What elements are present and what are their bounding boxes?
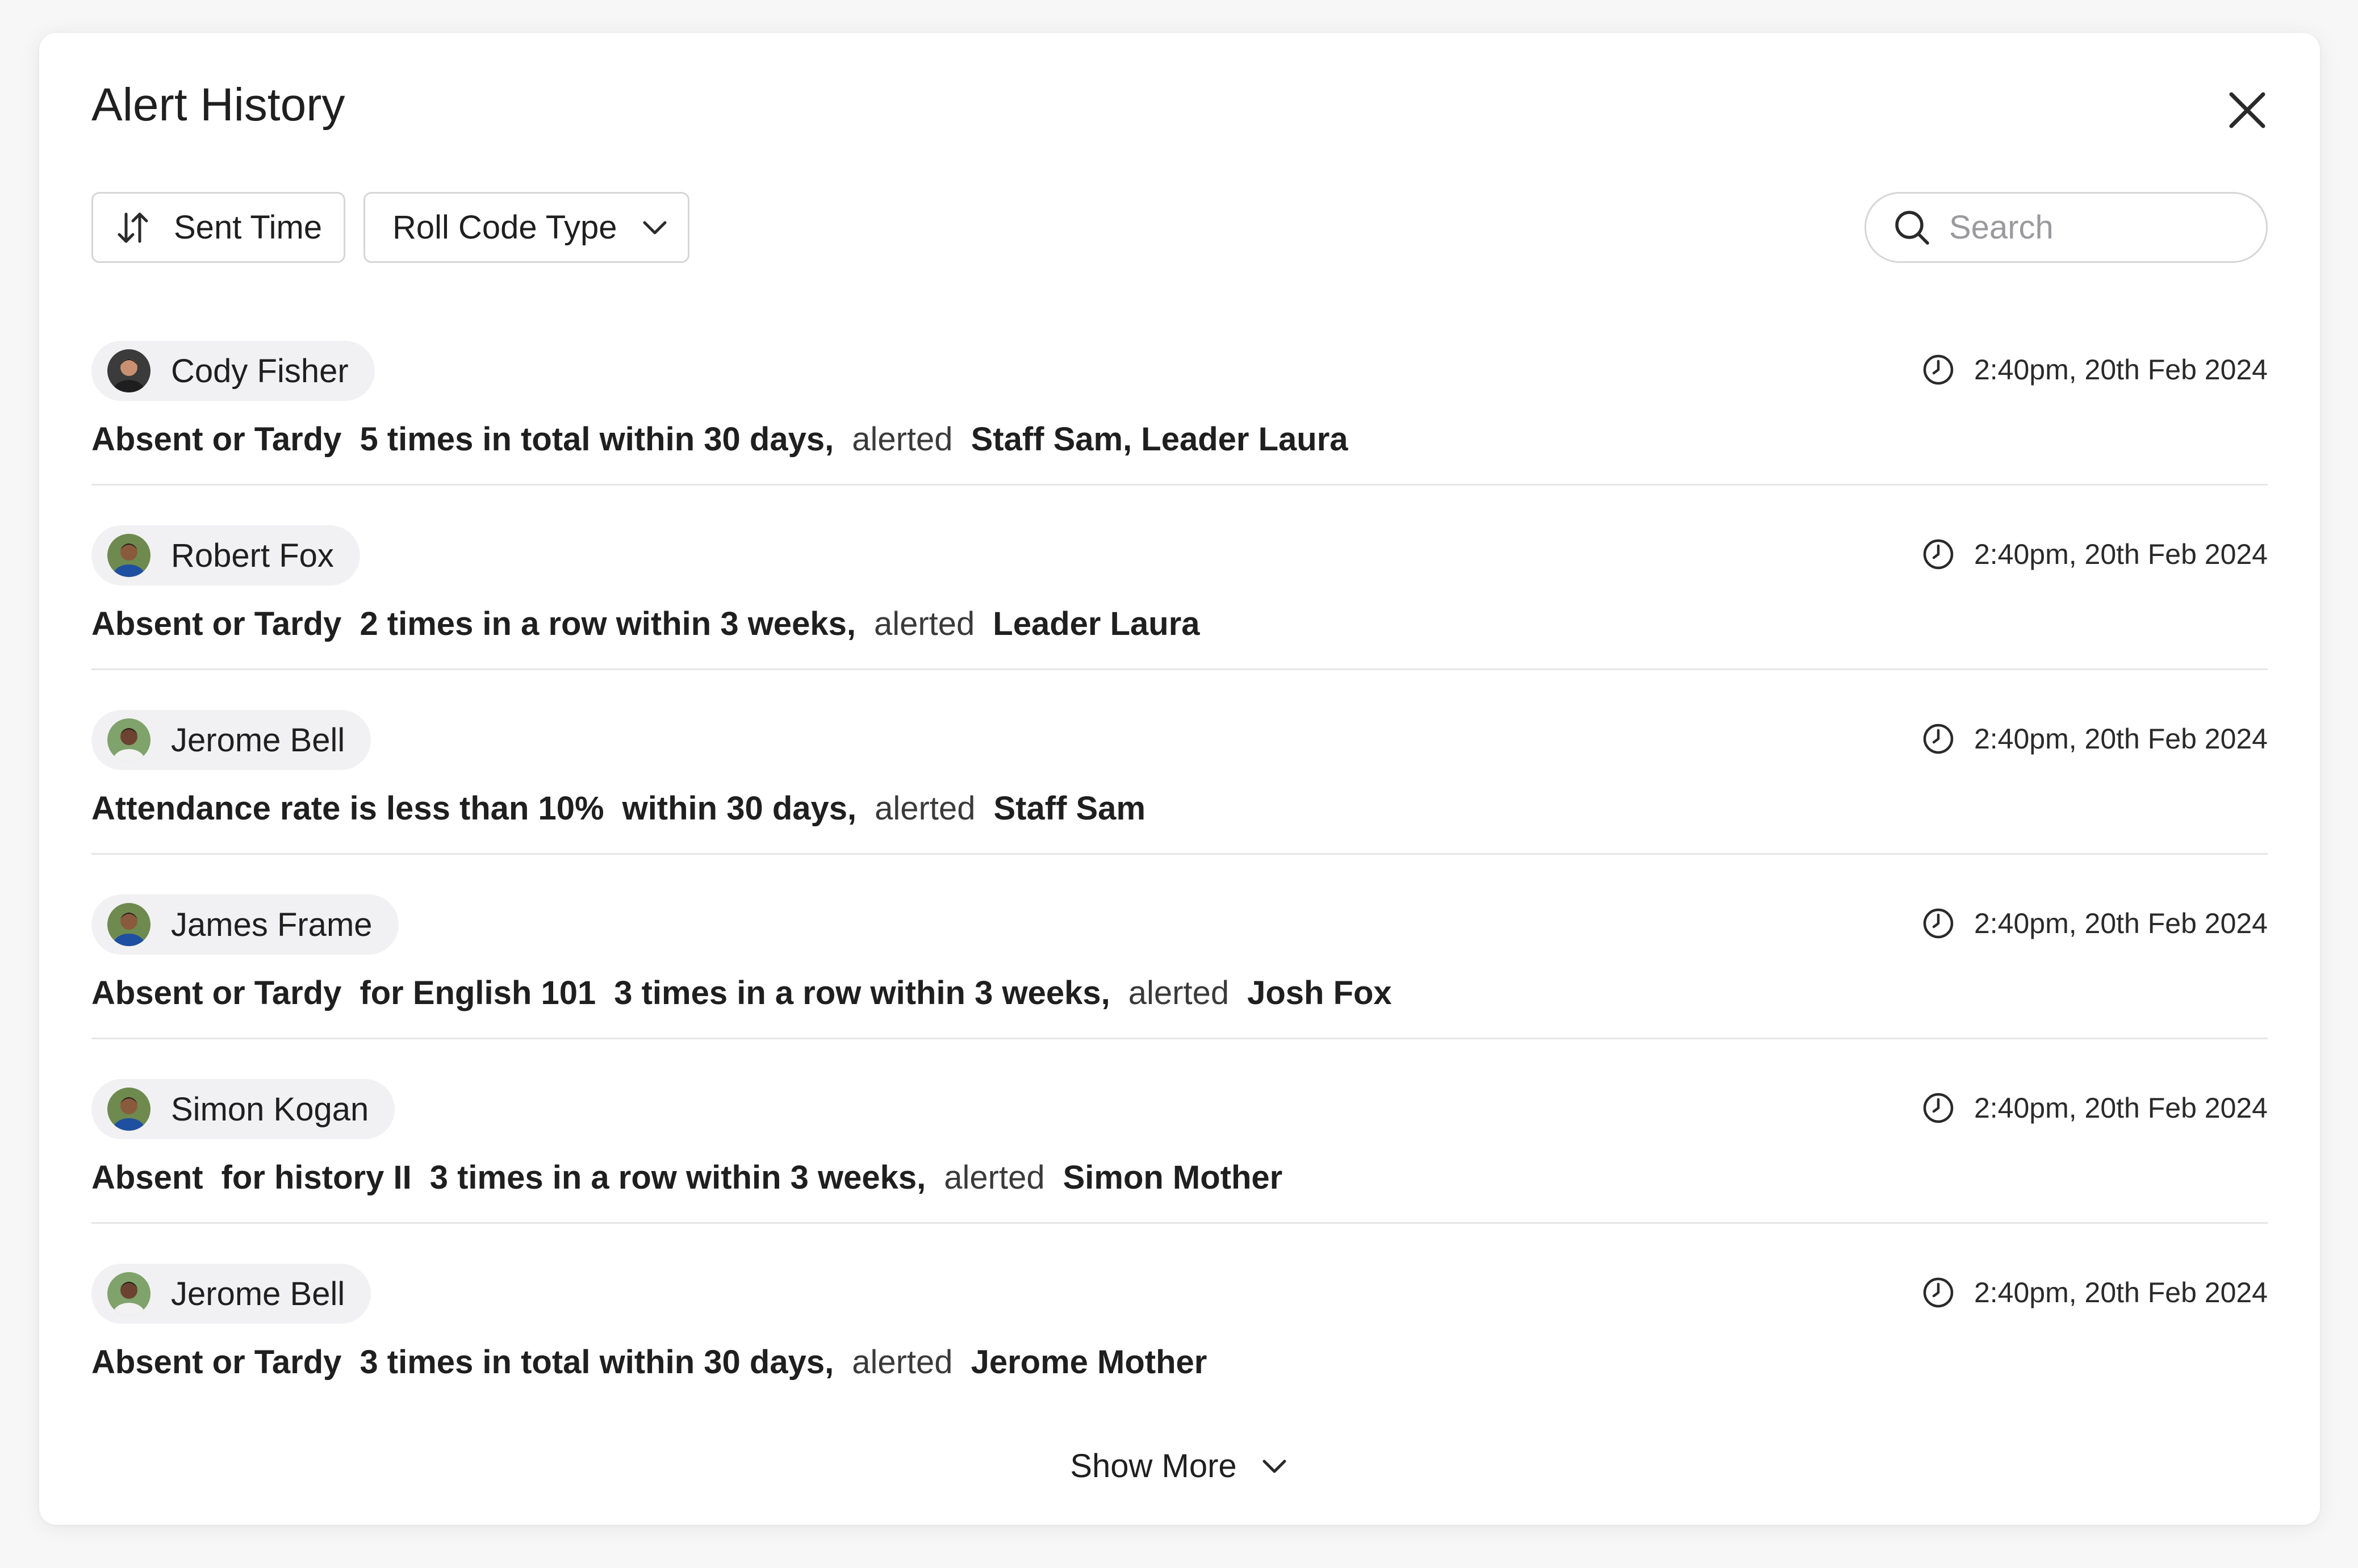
avatar bbox=[107, 903, 150, 946]
search-input[interactable] bbox=[1949, 208, 2244, 246]
alert-description: Absent or Tardy 5 times in total within 3… bbox=[91, 420, 1348, 458]
sent-time: 2:40pm, 20th Feb 2024 bbox=[1922, 353, 2268, 386]
student-chip[interactable]: Jerome Bell bbox=[91, 1264, 371, 1324]
alert-detail: Staff Sam bbox=[993, 790, 1146, 827]
student-chip[interactable]: James Frame bbox=[91, 894, 399, 955]
student-name: Jerome Bell bbox=[171, 1275, 345, 1312]
alerted-label: alerted bbox=[944, 1159, 1045, 1196]
close-button[interactable] bbox=[2225, 87, 2270, 133]
alert-description: Absent or Tardy 3 times in total within 3… bbox=[91, 1343, 1207, 1381]
avatar bbox=[107, 718, 150, 762]
close-icon bbox=[2229, 92, 2265, 128]
dialog-title: Alert History bbox=[91, 79, 345, 131]
search-box[interactable] bbox=[1864, 192, 2268, 263]
sent-time-text: 2:40pm, 20th Feb 2024 bbox=[1974, 354, 2268, 386]
show-more-button[interactable]: Show More bbox=[39, 1447, 2320, 1485]
alerted-label: alerted bbox=[852, 1344, 953, 1381]
alert-row: Simon Kogan 2:40pm, 20th Feb 2024 Absent… bbox=[91, 1039, 2268, 1224]
roll-code-type-dropdown[interactable]: Roll Code Type bbox=[363, 192, 689, 263]
alert-detail: 3 times in a row within 3 weeks, bbox=[429, 1159, 926, 1196]
alert-detail: within 30 days, bbox=[622, 790, 857, 827]
alert-detail: for English 101 bbox=[359, 975, 596, 1011]
alert-detail: Jerome Mother bbox=[971, 1344, 1207, 1381]
alert-detail: Absent bbox=[91, 1159, 203, 1196]
avatar bbox=[107, 534, 150, 577]
student-name: Jerome Bell bbox=[171, 721, 345, 759]
alert-detail: Attendance rate is less than 10% bbox=[91, 790, 604, 827]
roll-code-type-label: Roll Code Type bbox=[392, 209, 617, 246]
alert-detail: Josh Fox bbox=[1247, 975, 1392, 1011]
student-name: Cody Fisher bbox=[171, 352, 349, 390]
alert-description: Attendance rate is less than 10% within 3… bbox=[91, 789, 1145, 827]
alert-row: Cody Fisher 2:40pm, 20th Feb 2024 Absent… bbox=[91, 301, 2268, 486]
clock-icon bbox=[1923, 1277, 1954, 1308]
student-name: Simon Kogan bbox=[171, 1090, 369, 1128]
student-chip[interactable]: Cody Fisher bbox=[91, 341, 375, 401]
alert-row: James Frame 2:40pm, 20th Feb 2024 Absent… bbox=[91, 855, 2268, 1039]
clock-icon bbox=[1923, 354, 1954, 385]
sent-time: 2:40pm, 20th Feb 2024 bbox=[1922, 722, 2268, 755]
alert-detail: Staff Sam, Leader Laura bbox=[971, 421, 1348, 458]
alerted-label: alerted bbox=[873, 605, 975, 642]
clock-icon bbox=[1923, 1093, 1954, 1123]
clock-icon bbox=[1923, 539, 1954, 570]
sent-time: 2:40pm, 20th Feb 2024 bbox=[1922, 538, 2268, 571]
sent-time-text: 2:40pm, 20th Feb 2024 bbox=[1974, 1277, 2268, 1308]
alert-detail: Absent or Tardy bbox=[91, 605, 342, 642]
student-chip[interactable]: Simon Kogan bbox=[91, 1079, 395, 1139]
student-name: James Frame bbox=[171, 906, 373, 943]
search-icon bbox=[1895, 210, 1929, 245]
alert-detail: Absent or Tardy bbox=[91, 1344, 342, 1381]
alerted-label: alerted bbox=[1128, 975, 1230, 1011]
alert-description: Absent for history II 3 times in a row wit… bbox=[91, 1159, 1282, 1197]
chevron-down-icon bbox=[1262, 1460, 1286, 1473]
sent-time-text: 2:40pm, 20th Feb 2024 bbox=[1974, 538, 2268, 570]
chevron-down-icon bbox=[643, 221, 666, 234]
sort-arrows-icon bbox=[118, 212, 148, 242]
sent-time: 2:40pm, 20th Feb 2024 bbox=[1922, 1092, 2268, 1124]
avatar bbox=[107, 349, 150, 392]
alert-detail: 2 times in a row within 3 weeks, bbox=[359, 605, 856, 642]
alert-detail: Leader Laura bbox=[993, 605, 1200, 642]
student-chip[interactable]: Jerome Bell bbox=[91, 710, 371, 770]
sent-time: 2:40pm, 20th Feb 2024 bbox=[1922, 1276, 2268, 1309]
sort-sent-time-button[interactable]: Sent Time bbox=[91, 192, 345, 263]
student-chip[interactable]: Robert Fox bbox=[91, 525, 360, 586]
sent-time-text: 2:40pm, 20th Feb 2024 bbox=[1974, 908, 2268, 939]
sent-time-text: 2:40pm, 20th Feb 2024 bbox=[1974, 1092, 2268, 1124]
alert-row: Jerome Bell 2:40pm, 20th Feb 2024 Attend… bbox=[91, 670, 2268, 855]
sort-button-label: Sent Time bbox=[174, 209, 323, 246]
alert-list: Cody Fisher 2:40pm, 20th Feb 2024 Absent… bbox=[91, 301, 2268, 1408]
sent-time: 2:40pm, 20th Feb 2024 bbox=[1922, 907, 2268, 940]
alert-detail: Simon Mother bbox=[1063, 1159, 1283, 1196]
student-name: Robert Fox bbox=[171, 537, 334, 574]
alert-description: Absent or Tardy for English 101 3 times in… bbox=[91, 974, 1392, 1012]
alert-detail: for history II bbox=[221, 1159, 412, 1196]
clock-icon bbox=[1923, 908, 1954, 939]
clock-icon bbox=[1923, 724, 1954, 754]
alert-row: Robert Fox 2:40pm, 20th Feb 2024 Absent … bbox=[91, 486, 2268, 670]
avatar bbox=[107, 1088, 150, 1131]
alert-description: Absent or Tardy 2 times in a row within 3… bbox=[91, 605, 1200, 643]
show-more-label: Show More bbox=[1070, 1448, 1237, 1485]
alerted-label: alerted bbox=[852, 421, 953, 458]
alert-detail: 3 times in total within 30 days, bbox=[359, 1344, 834, 1381]
alert-detail: 5 times in total within 30 days, bbox=[359, 421, 834, 458]
avatar bbox=[107, 1272, 150, 1315]
alert-detail: 3 times in a row within 3 weeks, bbox=[614, 975, 1110, 1011]
alerted-label: alerted bbox=[875, 790, 976, 827]
alert-history-dialog: Alert History Sent Time Roll Code Type S… bbox=[39, 33, 2320, 1525]
alert-detail: Absent or Tardy bbox=[91, 421, 342, 458]
sent-time-text: 2:40pm, 20th Feb 2024 bbox=[1974, 723, 2268, 755]
alert-row: Jerome Bell 2:40pm, 20th Feb 2024 Absent… bbox=[91, 1224, 2268, 1408]
alert-detail: Absent or Tardy bbox=[91, 975, 342, 1011]
